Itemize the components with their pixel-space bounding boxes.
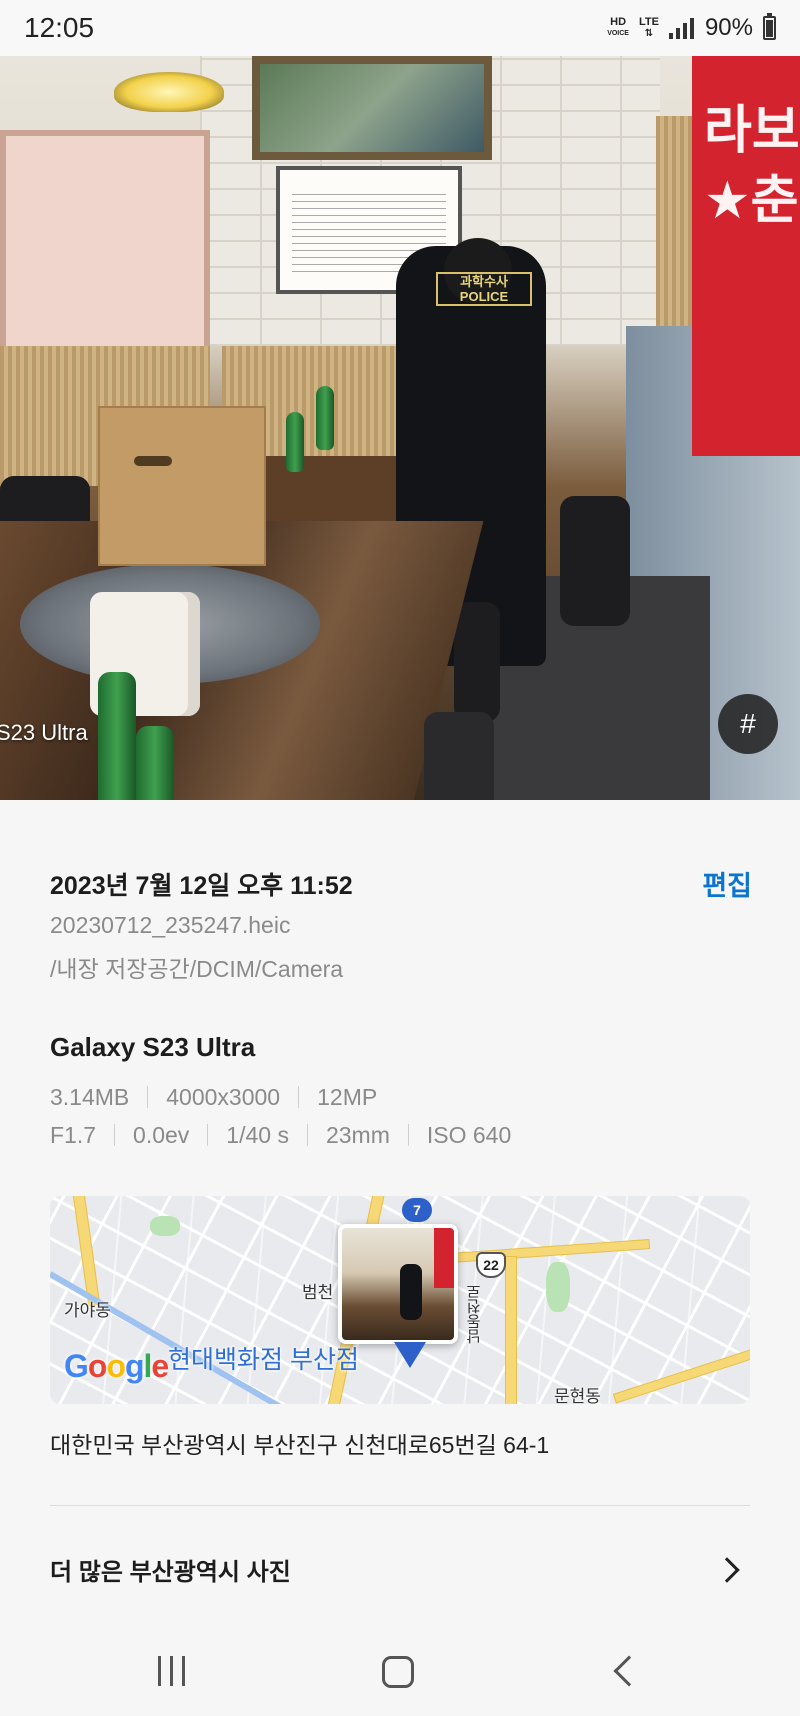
google-logo: Google (64, 1348, 169, 1385)
map-park (546, 1262, 570, 1312)
hashtag-icon: # (740, 708, 756, 739)
chevron-right-icon (714, 1556, 740, 1583)
status-bar: 12:05 HD VOICE LTE ⇅ 90% (0, 0, 800, 56)
exposure: 0.0ev (114, 1124, 207, 1147)
map-label-gaya: 가야동 (64, 1301, 111, 1320)
file-path: /내장 저장공간/DCIM/Camera (50, 956, 344, 982)
photo-location-thumbnail (338, 1224, 458, 1344)
police-patch: 과학수사 POLICE (436, 272, 532, 306)
google-logo-letter: o (106, 1348, 126, 1384)
location-map[interactable]: 가야동 범천 문현동 남동천로 현대백화점 부산점 7 22 Google (50, 1196, 750, 1404)
divider (50, 1505, 750, 1506)
map-road (505, 1256, 517, 1404)
photo-watermark: S23 Ultra (0, 720, 88, 745)
spec-row-camera: F1.7 0.0ev 1/40 s 23mm ISO 640 (50, 1122, 529, 1148)
map-label-munhyeon: 문현동 (554, 1387, 601, 1404)
file-name: 20230712_235247.heic (50, 912, 291, 938)
spec-row-file: 3.14MB 4000x3000 12MP (50, 1084, 395, 1110)
map-label-road: 남동천로 (466, 1284, 483, 1344)
resolution: 4000x3000 (147, 1086, 298, 1109)
lte-icon: LTE ⇅ (638, 16, 659, 40)
chair (454, 602, 500, 722)
graffiti-wall (0, 130, 210, 380)
google-logo-letter: g (124, 1348, 145, 1384)
soju-bottle (286, 412, 304, 472)
navigation-bar (0, 1630, 800, 1716)
shutter-speed: 1/40 s (207, 1124, 307, 1147)
google-logo-letter: e (151, 1348, 169, 1384)
location-address: 대한민국 부산광역시 부산진구 신천대로65번길 64-1 (50, 1432, 550, 1458)
map-label-department-store: 현대백화점 부산점 (168, 1346, 359, 1374)
recents-icon[interactable] (158, 1656, 185, 1686)
soju-bottle (98, 672, 136, 800)
tag-button[interactable]: # (718, 694, 778, 754)
details-panel: 2023년 7월 12일 오후 11:52 편집 20230712_235247… (0, 800, 800, 1630)
soju-bottle (316, 386, 334, 450)
chair-back (424, 712, 494, 800)
back-icon[interactable] (613, 1655, 645, 1687)
status-icons: HD VOICE LTE ⇅ 90% (607, 13, 776, 42)
cardboard-box (98, 406, 266, 566)
iso: ISO 640 (407, 1124, 529, 1147)
route-7-badge: 7 (402, 1198, 432, 1222)
status-time: 12:05 (24, 12, 95, 43)
hd-voice-icon: HD VOICE (607, 16, 629, 38)
google-logo-letter: G (64, 1348, 89, 1384)
battery-percent: 90% (704, 14, 753, 41)
file-size: 3.14MB (50, 1084, 130, 1110)
focal-length: 23mm (306, 1124, 408, 1147)
more-photos-link[interactable]: 더 많은 부산광역시 사진 (50, 1552, 750, 1587)
more-photos-label: 더 많은 부산광역시 사진 (50, 1559, 291, 1586)
chair (560, 496, 630, 626)
aperture: F1.7 (50, 1122, 97, 1148)
device-name: Galaxy S23 Ultra (50, 1032, 256, 1062)
megapixels: 12MP (298, 1086, 395, 1109)
home-icon[interactable] (382, 1656, 414, 1688)
location-pin-icon (394, 1342, 426, 1368)
date-title: 2023년 7월 12일 오후 11:52 (50, 872, 353, 900)
signal-icon (668, 17, 695, 39)
map-label-beomcheon: 범천 (302, 1283, 334, 1302)
battery-icon (763, 13, 776, 40)
google-logo-letter: o (87, 1348, 108, 1384)
route-22-badge: 22 (476, 1252, 506, 1278)
ceiling-lamp (114, 72, 224, 112)
photo-preview[interactable]: 라보 ★춘 과학수사 POLICE S23 Ultra # (0, 56, 800, 800)
map-park (150, 1216, 180, 1236)
wall-painting (252, 56, 492, 160)
edit-button[interactable]: 편집 (702, 864, 752, 903)
soju-bottle (136, 726, 174, 800)
banner-text: 라보 ★춘 (704, 102, 800, 230)
map-road (612, 1338, 750, 1404)
